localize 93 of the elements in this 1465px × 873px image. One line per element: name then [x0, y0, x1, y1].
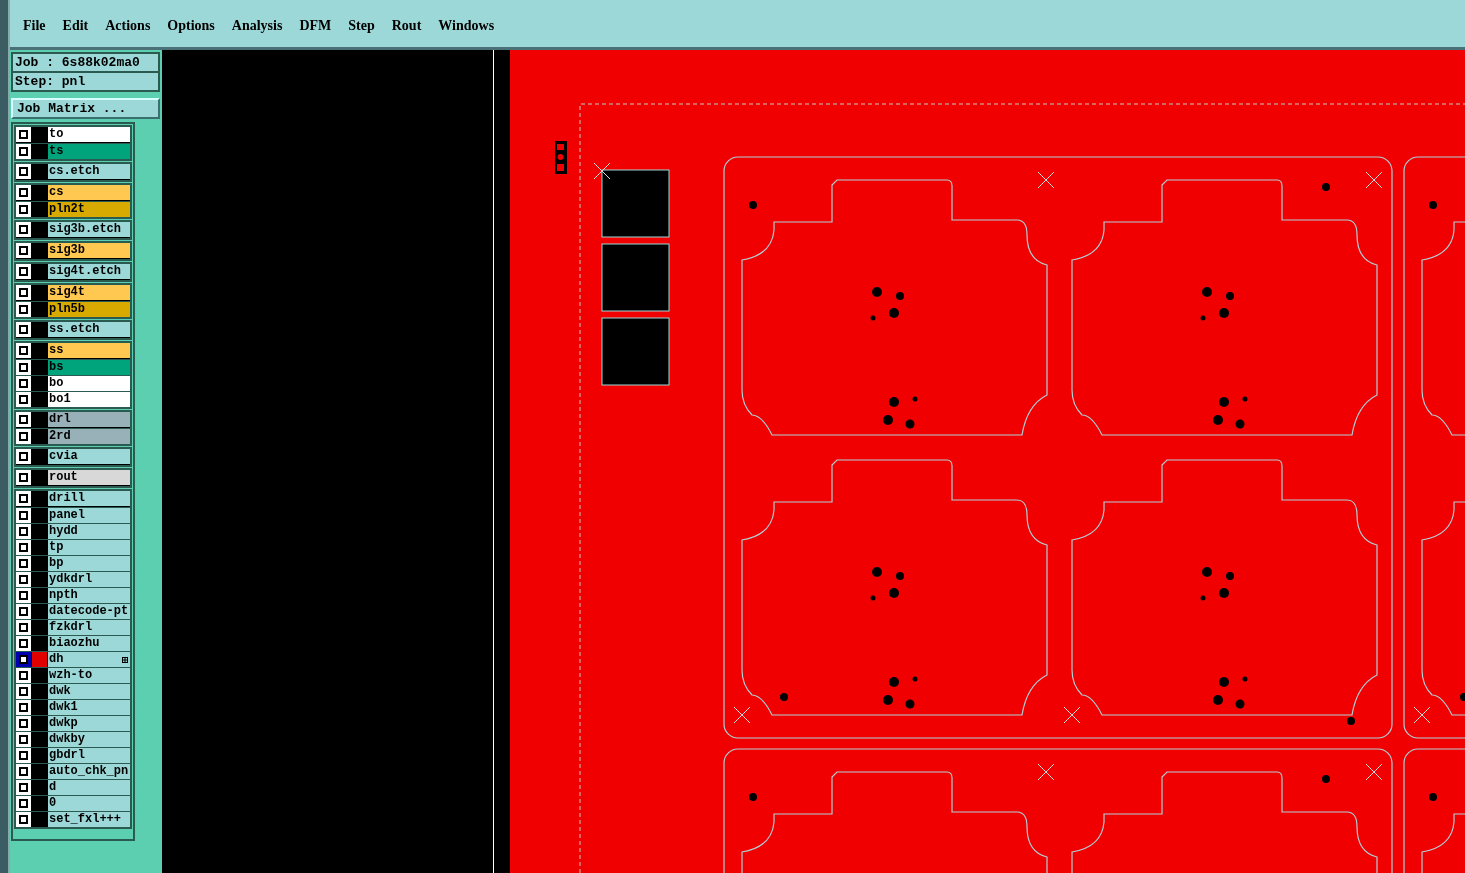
layer-toggle[interactable] — [16, 491, 31, 506]
layer-name[interactable]: gbdrl — [48, 748, 130, 763]
job-label: Job : 6s88k02ma0 — [12, 53, 159, 72]
layer-toggle[interactable] — [16, 264, 31, 279]
layer-toggle[interactable] — [16, 185, 31, 200]
layer-name[interactable]: bo1 — [48, 392, 130, 407]
layer-name[interactable]: sig3b — [48, 243, 130, 258]
menu-item[interactable]: Analysis — [231, 14, 283, 36]
job-matrix-button[interactable]: Job Matrix ... — [11, 98, 160, 119]
layer-toggle[interactable] — [16, 449, 31, 464]
menu-item[interactable]: Step — [348, 14, 375, 36]
layer-name[interactable]: dwkby — [48, 732, 130, 747]
layer-toggle[interactable] — [16, 222, 31, 237]
menu-item[interactable]: Edit — [62, 14, 89, 36]
layer-toggle[interactable] — [16, 540, 31, 555]
menu-item[interactable]: Windows — [438, 14, 495, 36]
layer-toggle[interactable] — [16, 620, 31, 635]
layer-name[interactable]: dwkp — [48, 716, 130, 731]
layer-toggle[interactable] — [16, 164, 31, 179]
layer-name[interactable]: wzh-to — [48, 668, 130, 683]
grid-icon — [122, 657, 128, 663]
layer-toggle[interactable] — [16, 470, 31, 485]
layer-toggle[interactable] — [16, 796, 31, 811]
layer-name[interactable]: npth — [48, 588, 130, 603]
layer-name[interactable]: pln5b — [48, 302, 130, 317]
layer-name[interactable]: ss — [48, 343, 130, 358]
layer-toggle[interactable] — [16, 322, 31, 337]
menu-item[interactable]: Rout — [391, 14, 422, 36]
layer-toggle[interactable] — [16, 604, 31, 619]
layer-name[interactable]: drl — [48, 412, 130, 427]
layer-toggle[interactable] — [16, 127, 31, 142]
layer-name[interactable]: datecode-pt — [48, 604, 130, 619]
menu-item[interactable]: DFM — [299, 14, 332, 36]
layer-toggle[interactable] — [16, 764, 31, 779]
layer-toggle[interactable] — [16, 556, 31, 571]
layer-name[interactable]: bp — [48, 556, 130, 571]
layer-name[interactable]: 0 — [48, 796, 130, 811]
layer-name[interactable]: to — [48, 127, 130, 142]
layer-toggle[interactable] — [16, 524, 31, 539]
layer-name[interactable]: drill — [48, 491, 130, 506]
layer-name[interactable]: rout — [48, 470, 130, 485]
layer-toggle[interactable] — [16, 780, 31, 795]
layer-toggle[interactable] — [16, 392, 31, 407]
layer-name[interactable]: cs — [48, 185, 130, 200]
layer-toggle[interactable] — [16, 360, 31, 375]
layer-toggle[interactable] — [16, 302, 31, 317]
layer-name[interactable]: 2rd — [48, 429, 130, 444]
layer-name[interactable]: dwk1 — [48, 700, 130, 715]
layer-toggle[interactable] — [16, 202, 31, 217]
layer-toggle[interactable] — [16, 144, 31, 159]
layer-name[interactable]: hydd — [48, 524, 130, 539]
layer-name[interactable]: dwk — [48, 684, 130, 699]
layer-toggle[interactable] — [16, 343, 31, 358]
layer-name[interactable]: cs.etch — [48, 164, 130, 179]
layer-name[interactable]: biaozhu — [48, 636, 130, 651]
layer-toggle[interactable] — [16, 285, 31, 300]
layer-name[interactable]: auto_chk_pn — [48, 764, 130, 779]
layer-name[interactable]: sig4t.etch — [48, 264, 130, 279]
layer-name[interactable]: sig3b.etch — [48, 222, 130, 237]
layer-name[interactable]: bo — [48, 376, 130, 391]
layer-name[interactable]: pln2t — [48, 202, 130, 217]
menu-item[interactable]: Options — [167, 14, 215, 36]
layer-name[interactable]: fzkdrl — [48, 620, 130, 635]
layer-toggle[interactable] — [16, 572, 31, 587]
layer-name[interactable]: d — [48, 780, 130, 795]
layer-toggle[interactable] — [16, 748, 31, 763]
layer-toggle[interactable] — [16, 732, 31, 747]
layer-toggle[interactable] — [16, 243, 31, 258]
layer-toggle[interactable] — [16, 429, 31, 444]
layer-toggle[interactable] — [16, 376, 31, 391]
menu-item[interactable]: File — [23, 14, 46, 36]
layer-name[interactable]: ts — [48, 144, 130, 159]
layer-name[interactable]: cvia — [48, 449, 130, 464]
layer-name[interactable]: sig4t — [48, 285, 130, 300]
layer-name[interactable]: dh — [48, 652, 130, 667]
layer-toggle[interactable] — [16, 652, 31, 667]
layer-name[interactable]: bs — [48, 360, 130, 375]
layer-toggle[interactable] — [16, 668, 31, 683]
layer-toggle[interactable] — [16, 636, 31, 651]
layer-toggle[interactable] — [16, 588, 31, 603]
layer-name[interactable]: panel — [48, 508, 130, 523]
layer-toggle[interactable] — [16, 508, 31, 523]
layer-toggle[interactable] — [16, 684, 31, 699]
layer-name[interactable]: ydkdrl — [48, 572, 130, 587]
layer-name[interactable]: tp — [48, 540, 130, 555]
menu-item[interactable]: Actions — [105, 14, 151, 36]
layer-toggle[interactable] — [16, 716, 31, 731]
layer-name[interactable]: set_fxl+++ — [48, 812, 130, 827]
layer-name[interactable]: ss.etch — [48, 322, 130, 337]
layer-toggle[interactable] — [16, 412, 31, 427]
step-label: Step: pnl — [12, 72, 159, 91]
layer-toggle[interactable] — [16, 812, 31, 827]
layer-toggle[interactable] — [16, 700, 31, 715]
